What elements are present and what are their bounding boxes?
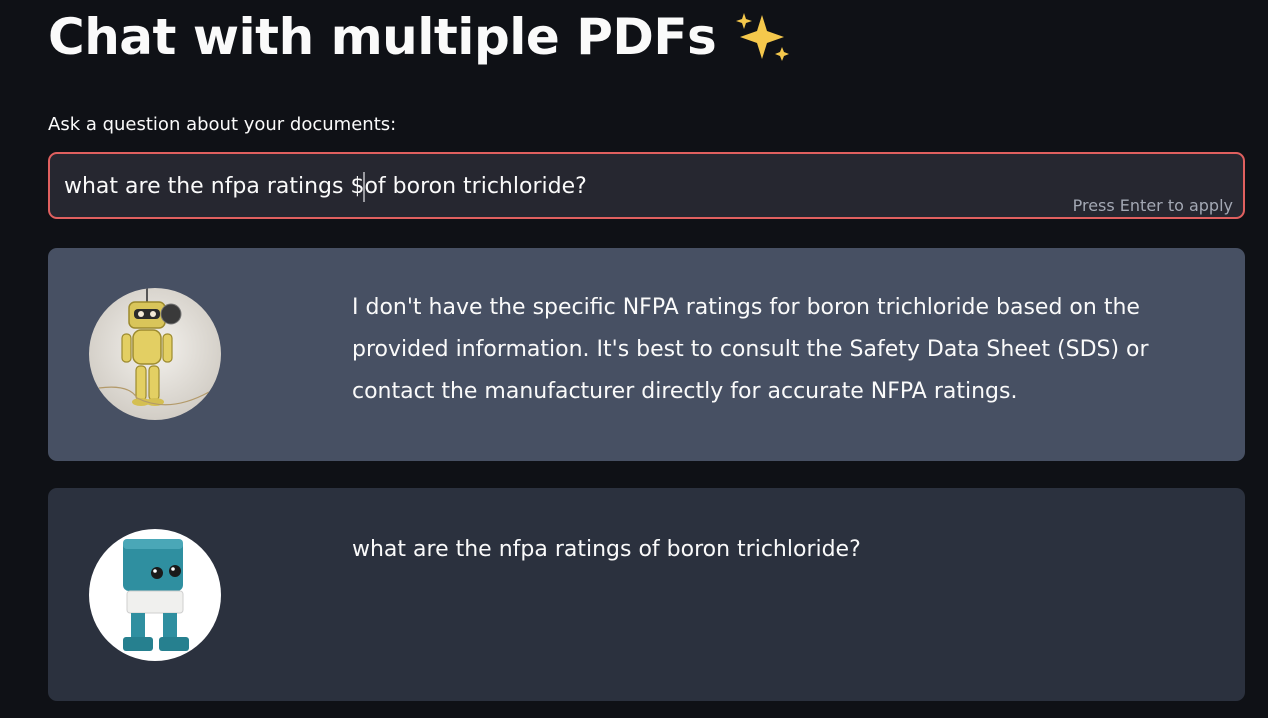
page-title: Chat with multiple PDFs <box>48 8 790 66</box>
question-label: Ask a question about your documents: <box>48 114 397 135</box>
robot-avatar-icon <box>89 288 221 420</box>
user-message-text: what are the nfpa ratings of boron trich… <box>352 537 861 562</box>
question-text-after-caret: of boron trichloride? <box>364 174 587 199</box>
question-input-value[interactable]: what are the nfpa ratings $of boron tric… <box>64 172 587 202</box>
sparkles-icon <box>736 13 790 61</box>
question-text-before-caret: what are the nfpa ratings $ <box>64 174 365 199</box>
press-enter-hint: Press Enter to apply <box>1072 196 1233 215</box>
question-input[interactable]: what are the nfpa ratings $of boron tric… <box>48 152 1245 219</box>
chat-message-user: what are the nfpa ratings of boron trich… <box>48 488 1245 701</box>
chat-message-bot: I don't have the specific NFPA ratings f… <box>48 248 1245 461</box>
page-title-text: Chat with multiple PDFs <box>48 8 717 66</box>
user-robot-avatar-icon <box>89 529 221 661</box>
app-page: Chat with multiple PDFs Ask a question a… <box>0 0 1268 718</box>
bot-message-text: I don't have the specific NFPA ratings f… <box>352 295 1149 404</box>
